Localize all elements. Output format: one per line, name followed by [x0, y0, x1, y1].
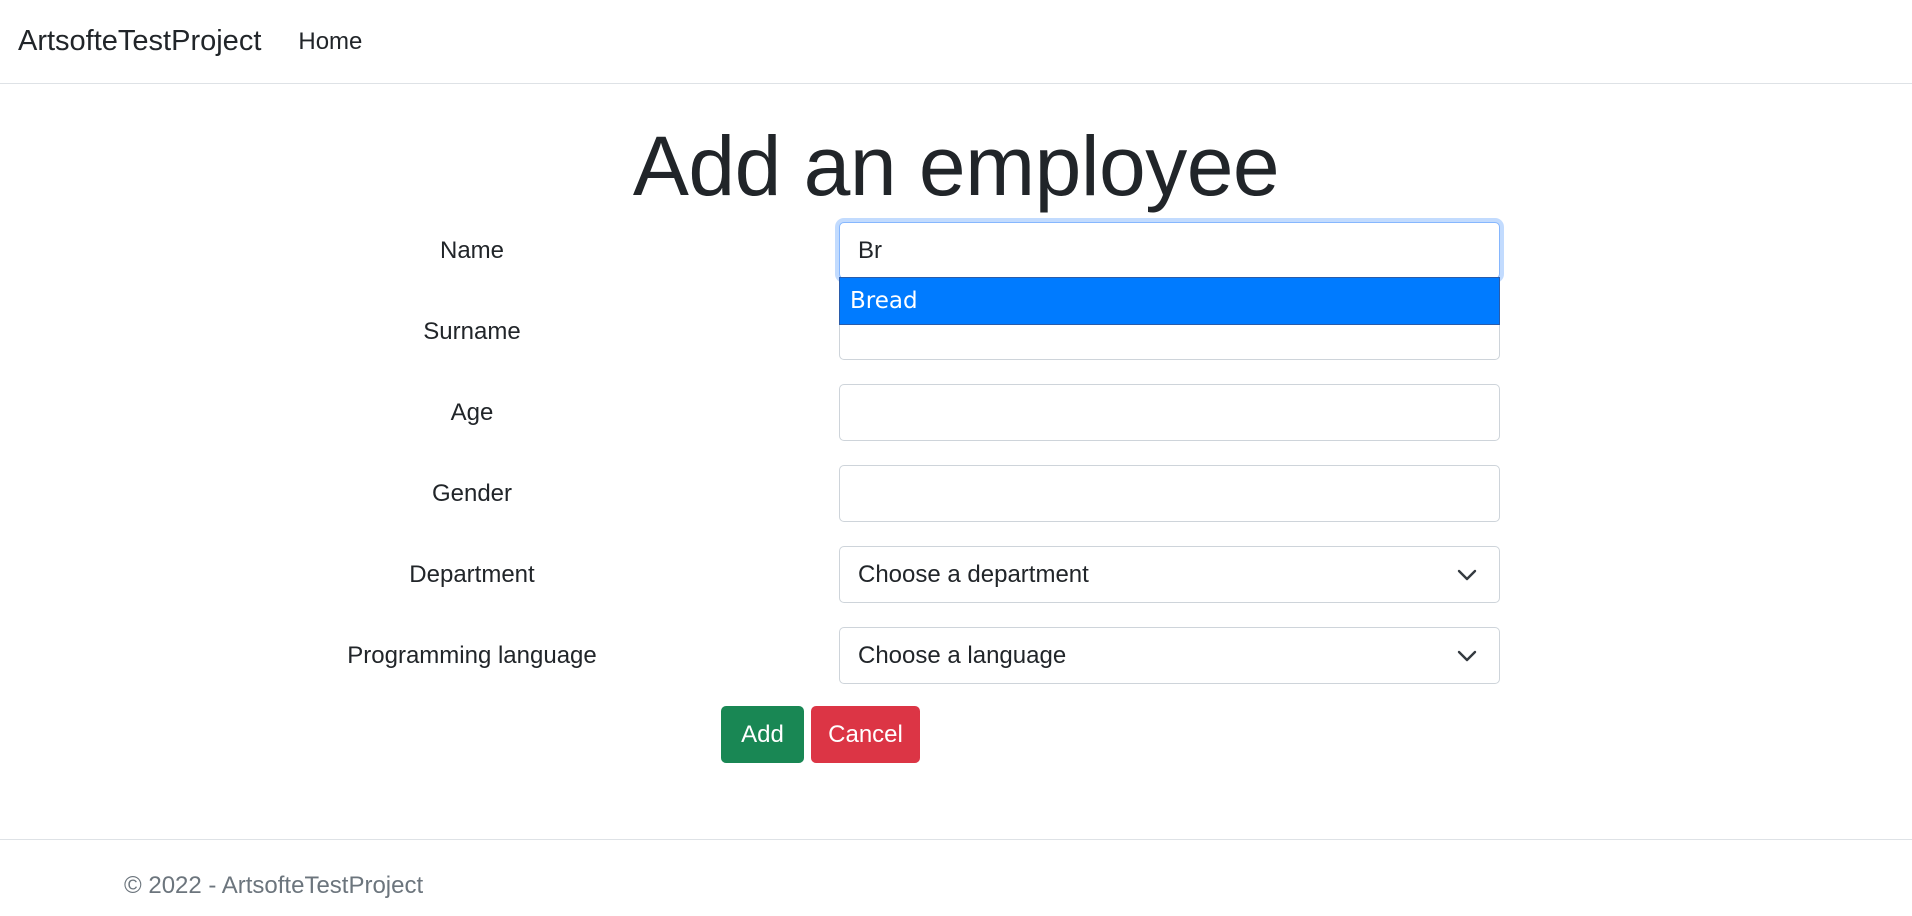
page-title: Add an employee — [632, 119, 1280, 213]
brand-link[interactable]: ArtsofteTestProject — [18, 25, 261, 58]
nav-link-home[interactable]: Home — [298, 28, 362, 56]
cancel-button[interactable]: Cancel — [811, 706, 920, 763]
chevron-down-icon — [1457, 569, 1477, 580]
name-label: Name — [439, 237, 505, 264]
department-select[interactable]: Choose a department — [839, 546, 1500, 603]
age-label: Age — [450, 399, 494, 426]
autocomplete-suggestion[interactable]: Bread — [839, 277, 1500, 325]
navbar: ArtsofteTestProject Home — [0, 0, 1912, 84]
name-input-value: Br — [858, 236, 882, 264]
chevron-down-icon — [1457, 650, 1477, 661]
language-label: Programming language — [347, 642, 597, 669]
department-select-value: Choose a department — [858, 560, 1089, 588]
language-select-value: Choose a language — [858, 641, 1067, 669]
language-select[interactable]: Choose a language — [839, 627, 1500, 684]
name-input[interactable]: Br — [839, 222, 1500, 279]
gender-input[interactable] — [839, 465, 1500, 522]
department-label: Department — [409, 561, 535, 588]
add-button[interactable]: Add — [721, 706, 804, 763]
age-input[interactable] — [839, 384, 1500, 441]
footer-copyright: © 2022 - ArtsofteTestProject — [124, 872, 424, 899]
gender-label: Gender — [431, 480, 513, 507]
surname-label: Surname — [423, 318, 521, 345]
footer: © 2022 - ArtsofteTestProject — [0, 839, 1912, 916]
